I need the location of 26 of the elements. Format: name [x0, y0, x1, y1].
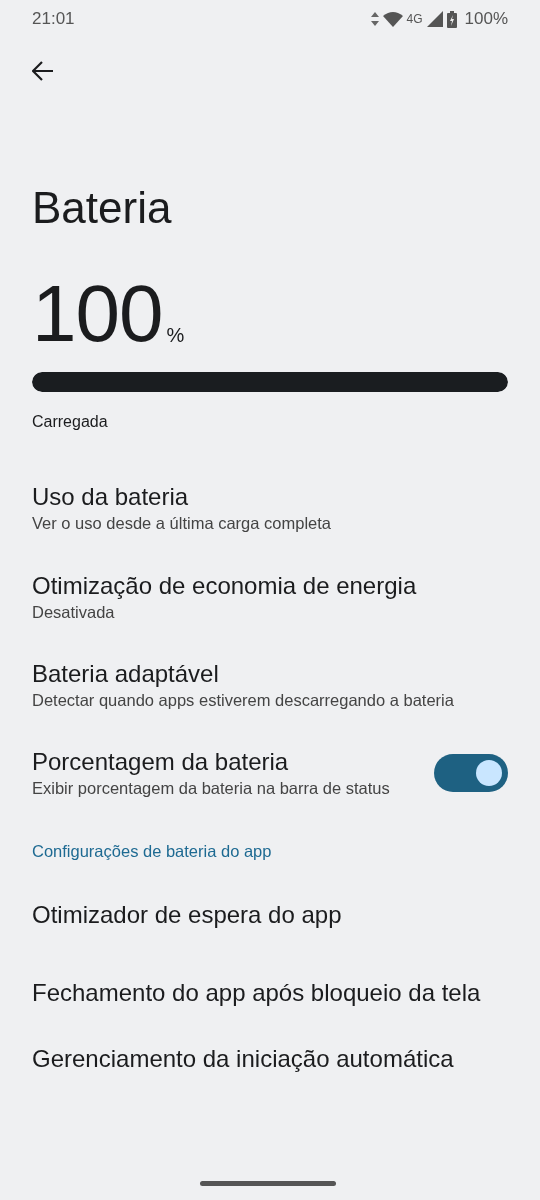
setting-summary: Exibir porcentagem da bateria na barra de status [32, 778, 390, 800]
navigation-handle[interactable] [200, 1181, 336, 1186]
back-icon[interactable] [32, 60, 54, 81]
setting-title[interactable]: Otimizador de espera do app [32, 900, 342, 931]
setting-title[interactable]: Porcentagem da bateria [32, 747, 390, 778]
setting-summary: Desativada [32, 601, 116, 623]
page-title: Bateria [32, 184, 173, 233]
percent-sign: % [166, 323, 185, 349]
setting-title[interactable]: Gerenciamento da iniciação automática [32, 1044, 454, 1075]
battery-percent: 100% [464, 8, 508, 31]
setting-title[interactable]: Fechamento do app após bloqueio da tela [32, 978, 481, 1009]
section-header: Configurações de bateria do app [32, 841, 273, 863]
setting-title[interactable]: Otimização de economia de energia [32, 570, 417, 601]
wifi-icon [382, 11, 403, 27]
battery-level-value: 100 [32, 274, 163, 355]
setting-title[interactable]: Uso da bateria [32, 482, 331, 513]
toggle-switch[interactable] [434, 754, 508, 793]
battery-icon [446, 10, 457, 28]
setting-summary: Detectar quando apps estiverem descarregando a bateria [32, 689, 454, 711]
charge-status: Carregada [32, 412, 109, 433]
clock: 21:01 [32, 8, 75, 31]
data-arrows-icon [370, 12, 379, 26]
signal-icon [426, 11, 443, 27]
setting-title[interactable]: Bateria adaptável [32, 658, 454, 689]
network-type: 4G [406, 11, 423, 28]
setting-summary: Ver o uso desde a última carga completa [32, 513, 331, 535]
